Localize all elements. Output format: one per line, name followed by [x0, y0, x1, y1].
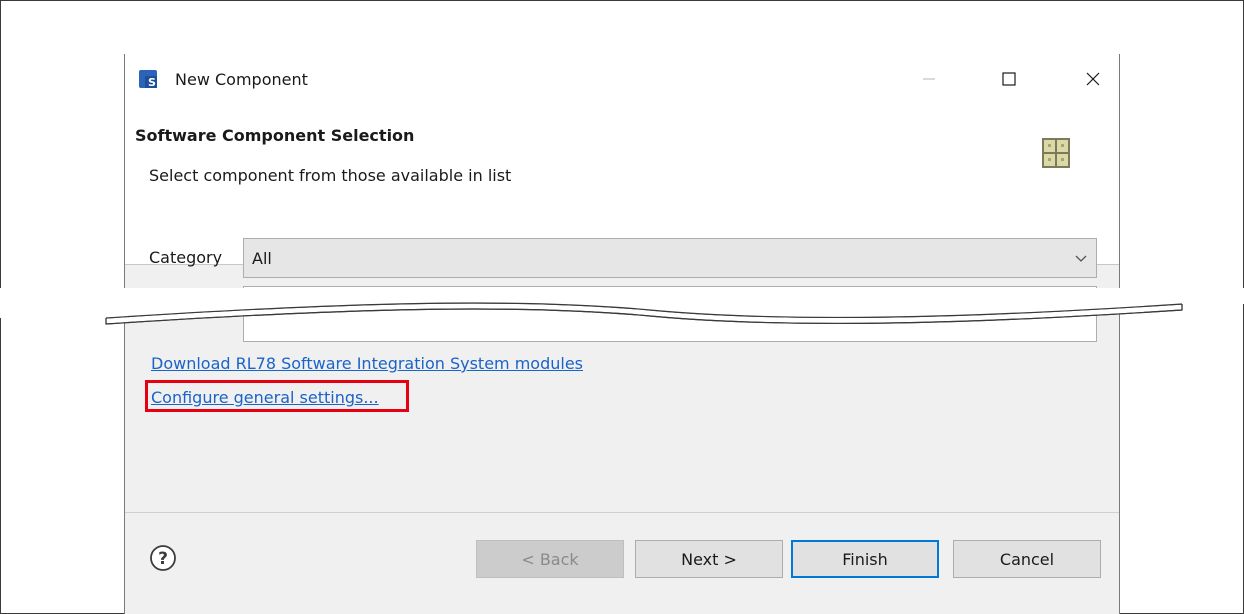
download-modules-link[interactable]: Download RL78 Software Integration Syste… — [151, 354, 583, 373]
highlight-annotation — [145, 380, 409, 412]
new-component-dialog: S New Component Software Component Selec… — [124, 54, 1120, 614]
chevron-down-icon — [1075, 255, 1087, 262]
maximize-icon — [1002, 72, 1016, 86]
category-label: Category — [149, 248, 223, 267]
omission-break-mark — [0, 288, 1244, 325]
back-button[interactable]: < Back — [476, 540, 624, 578]
next-button[interactable]: Next > — [635, 540, 783, 578]
app-icon: S — [139, 70, 157, 88]
close-button[interactable] — [1073, 62, 1113, 96]
footer-divider — [125, 512, 1119, 513]
minimize-icon — [923, 78, 935, 80]
help-icon[interactable]: ? — [149, 544, 177, 572]
category-selected-value: All — [252, 249, 272, 268]
window-title: New Component — [175, 70, 308, 89]
finish-button[interactable]: Finish — [791, 540, 939, 578]
close-icon — [1086, 72, 1100, 86]
svg-text:?: ? — [158, 549, 168, 569]
category-dropdown[interactable]: All — [243, 238, 1097, 278]
title-bar: S New Component — [125, 54, 1119, 104]
component-grid-icon — [1042, 138, 1070, 168]
page-description: Select component from those available in… — [149, 166, 512, 185]
minimize-button[interactable] — [909, 62, 949, 96]
page-title: Software Component Selection — [135, 126, 415, 145]
maximize-button[interactable] — [989, 62, 1029, 96]
cancel-button[interactable]: Cancel — [953, 540, 1101, 578]
svg-text:S: S — [148, 76, 156, 88]
